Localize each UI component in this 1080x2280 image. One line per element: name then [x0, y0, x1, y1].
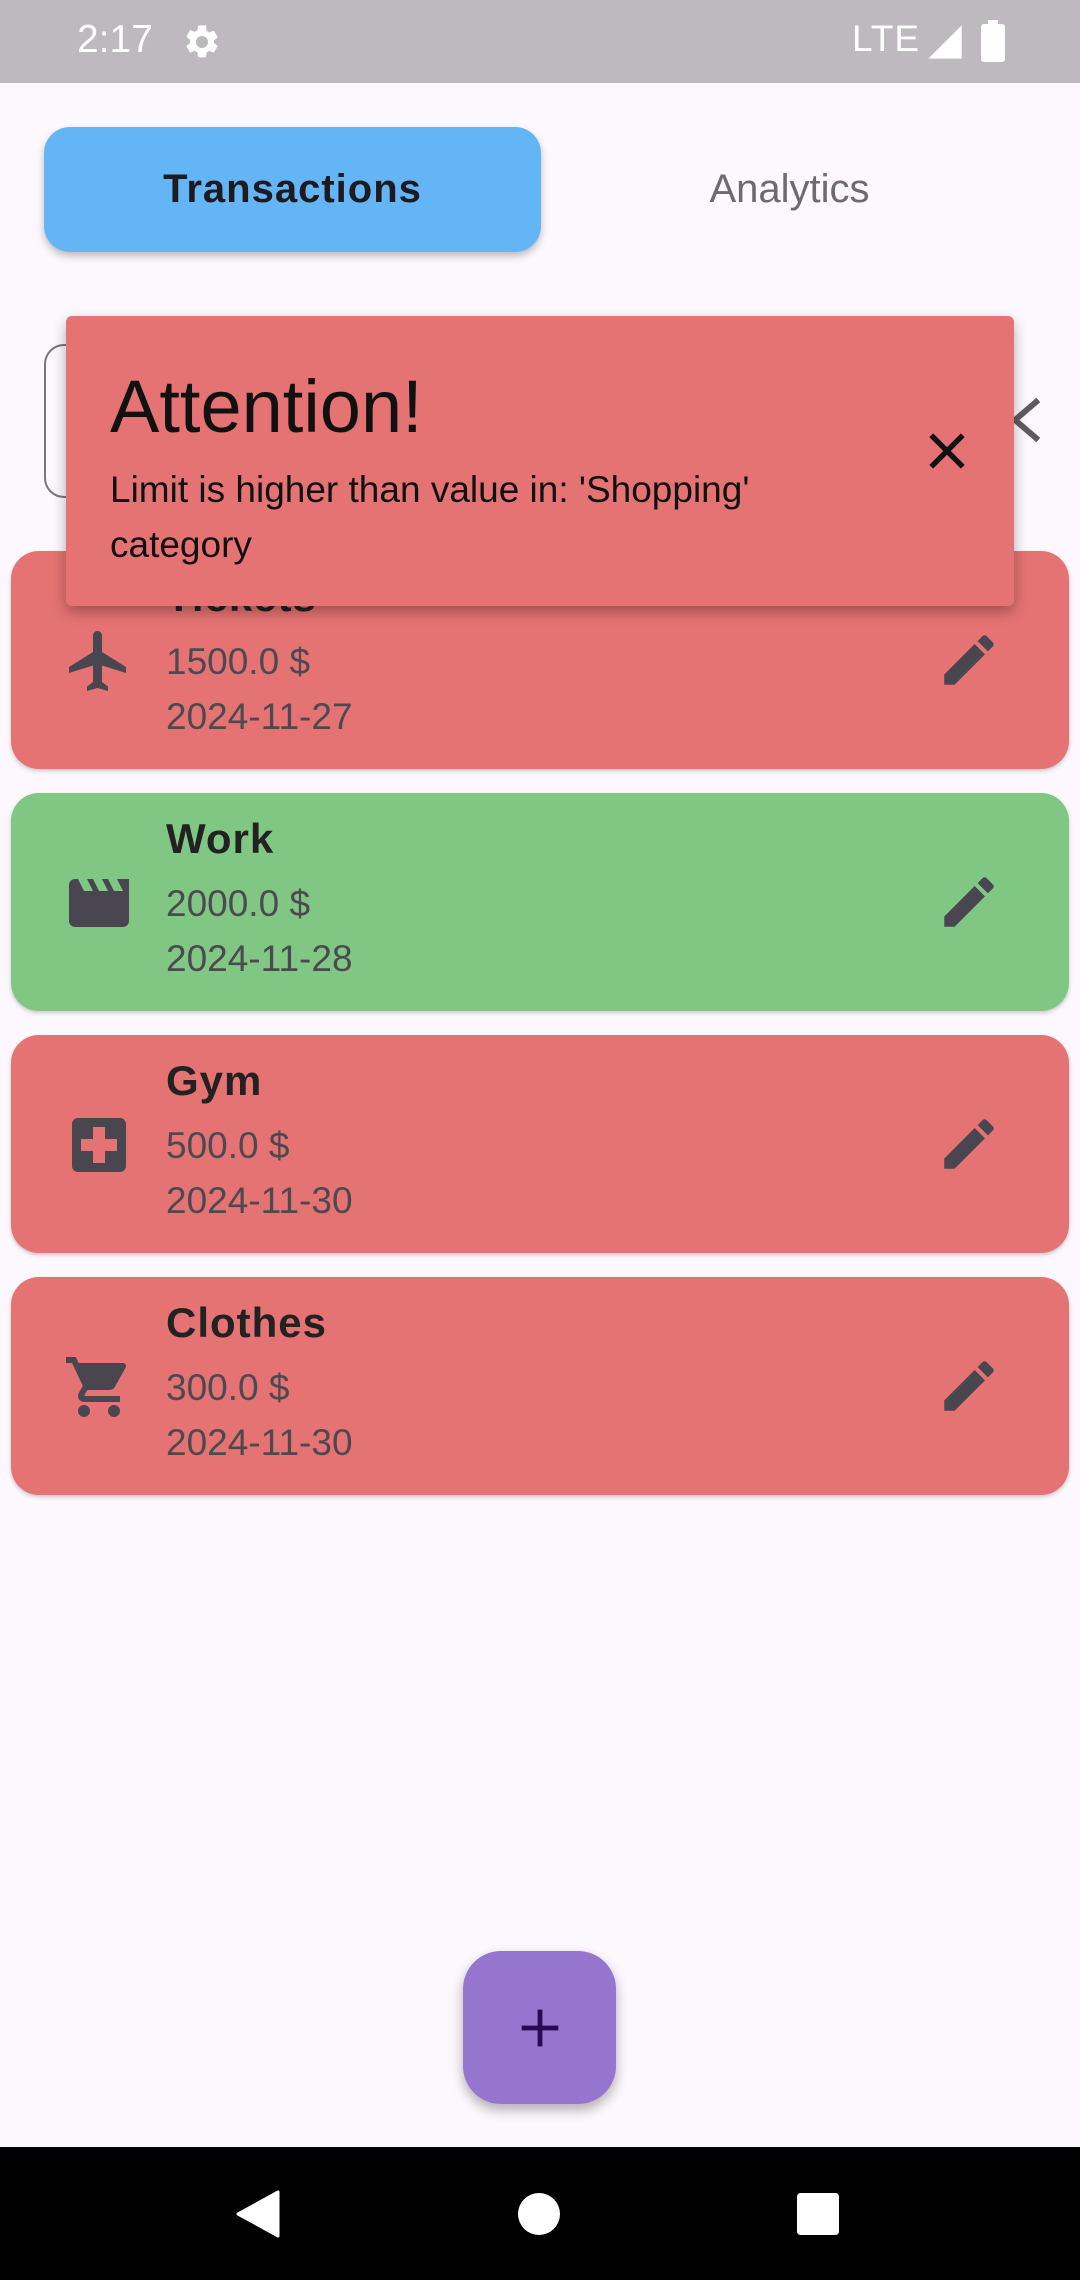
- edit-icon[interactable]: [936, 627, 1002, 693]
- signal-icon: [928, 25, 962, 59]
- shopping-cart-icon: [66, 1357, 127, 1417]
- back-icon[interactable]: [236, 2190, 280, 2238]
- recents-icon[interactable]: [797, 2193, 839, 2235]
- edit-icon[interactable]: [936, 1111, 1002, 1177]
- gear-icon: [186, 25, 218, 58]
- status-bar: 2:17 LTE: [0, 0, 1080, 83]
- transaction-card[interactable]: Clothes 300.0 $ 2024-11-30: [11, 1277, 1069, 1495]
- transaction-card[interactable]: Gym 500.0 $ 2024-11-30: [11, 1035, 1069, 1253]
- status-time: 2:17: [77, 18, 153, 61]
- transaction-title: Work: [166, 815, 275, 862]
- battery-icon: [981, 20, 1005, 62]
- snackbar-title: Attention!: [110, 365, 423, 448]
- transaction-title: Gym: [166, 1057, 263, 1104]
- transaction-amount: 500.0 $: [166, 1125, 290, 1166]
- snackbar-message: Limit is higher than value in: 'Shopping…: [110, 469, 750, 565]
- limit-warning-snackbar: Attention! Limit is higher than value in…: [66, 316, 1014, 606]
- airplane-icon: [69, 631, 126, 691]
- clapperboard-icon: [69, 879, 129, 927]
- transaction-amount: 300.0 $: [166, 1367, 290, 1408]
- transaction-amount: 2000.0 $: [166, 883, 311, 924]
- edit-icon[interactable]: [936, 869, 1002, 935]
- edit-icon[interactable]: [936, 1353, 1002, 1419]
- transaction-card[interactable]: Work 2000.0 $ 2024-11-28: [11, 793, 1069, 1011]
- transaction-date: 2024-11-28: [166, 938, 353, 979]
- network-type: LTE: [852, 18, 921, 59]
- close-icon[interactable]: [920, 424, 974, 478]
- add-transaction-button[interactable]: [463, 1951, 616, 2104]
- transaction-title: Clothes: [166, 1299, 328, 1346]
- tab-analytics[interactable]: Analytics: [541, 127, 1038, 252]
- tab-analytics-label: Analytics: [709, 167, 870, 211]
- transaction-date: 2024-11-27: [166, 696, 353, 737]
- transaction-date: 2024-11-30: [166, 1180, 353, 1221]
- home-icon[interactable]: [518, 2193, 560, 2235]
- transaction-amount: 1500.0 $: [166, 641, 311, 682]
- tab-transactions[interactable]: Transactions: [44, 127, 541, 252]
- tab-transactions-label: Transactions: [163, 167, 422, 211]
- plus-icon: [521, 2009, 558, 2046]
- transaction-date: 2024-11-30: [166, 1422, 353, 1463]
- medical-cross-icon: [72, 1118, 126, 1172]
